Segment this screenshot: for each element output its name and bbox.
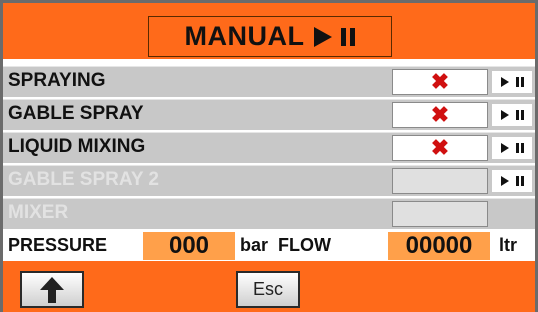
row-liquid-mixing: LIQUID MIXING ✖	[3, 132, 535, 163]
title-box: MANUAL	[148, 16, 392, 57]
up-button[interactable]	[20, 271, 84, 308]
pause-icon	[515, 77, 524, 87]
esc-label: Esc	[252, 279, 283, 299]
flow-label: FLOW	[278, 235, 331, 255]
row-mixer: MIXER	[3, 198, 535, 229]
title-bar: MANUAL	[3, 3, 535, 59]
hmi-screen: MANUAL SPRAYING ✖ GABLE SPRAY ✖ LIQUID M…	[0, 0, 538, 312]
row-label: LIQUID MIXING	[8, 136, 146, 157]
flow-unit: ltr	[499, 235, 517, 255]
pause-icon	[515, 110, 524, 120]
row-label: MIXER	[8, 202, 69, 223]
play-pause-button[interactable]	[492, 170, 532, 192]
row-gable-spray-2: GABLE SPRAY 2	[3, 165, 535, 196]
play-pause-button[interactable]	[492, 104, 532, 126]
status-indicator[interactable]: ✖	[392, 69, 488, 95]
footer-bar: Esc	[3, 261, 535, 312]
play-icon	[500, 110, 509, 120]
row-label: GABLE SPRAY	[8, 103, 144, 124]
row-label: GABLE SPRAY 2	[8, 169, 159, 190]
row-gable-spray: GABLE SPRAY ✖	[3, 99, 535, 130]
page-title: MANUAL	[184, 21, 305, 51]
x-mark-icon: ✖	[430, 102, 450, 127]
pause-icon	[515, 143, 524, 153]
x-mark-icon: ✖	[430, 69, 450, 94]
status-indicator[interactable]: ✖	[392, 102, 488, 128]
x-mark-icon: ✖	[430, 135, 450, 160]
row-spraying: SPRAYING ✖	[3, 66, 535, 97]
play-pause-button[interactable]	[492, 71, 532, 93]
pause-icon	[515, 176, 524, 186]
pressure-label: PRESSURE	[8, 235, 108, 255]
play-icon	[500, 77, 509, 87]
play-pause-icon	[314, 26, 356, 47]
row-label: SPRAYING	[8, 70, 106, 91]
status-indicator[interactable]: ✖	[392, 135, 488, 161]
pressure-unit: bar	[240, 235, 269, 255]
arrow-up-icon	[40, 276, 64, 303]
play-pause-button[interactable]	[492, 137, 532, 159]
play-icon	[500, 143, 509, 153]
status-indicator[interactable]	[392, 168, 488, 194]
pressure-value: 000	[143, 232, 235, 260]
flow-value: 00000	[388, 232, 490, 260]
metrics-row: PRESSURE 000 bar FLOW 00000 ltr	[3, 231, 535, 261]
esc-button[interactable]: Esc	[236, 271, 300, 308]
status-indicator[interactable]	[392, 201, 488, 227]
play-icon	[500, 176, 509, 186]
